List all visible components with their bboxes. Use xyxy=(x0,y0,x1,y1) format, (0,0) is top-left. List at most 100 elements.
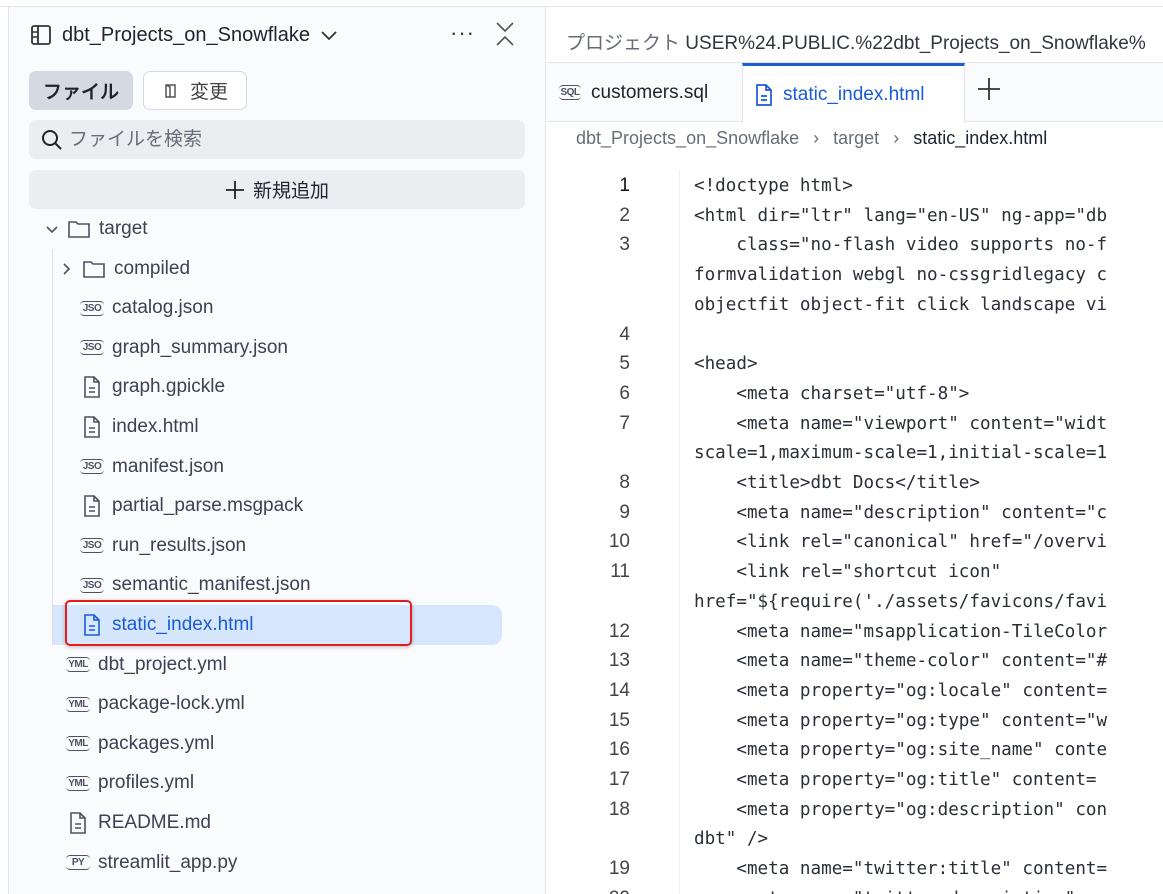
tree-item[interactable]: JSO catalog.json xyxy=(80,288,213,328)
code-text: scale=1,maximum-scale=1,initial-scale=1 xyxy=(694,443,1108,464)
line-number: 18 xyxy=(608,798,630,820)
line-number: 19 xyxy=(608,858,630,880)
code-text: <meta property="og:title" content= xyxy=(694,770,1097,790)
breadcrumb-item[interactable]: dbt_Projects_on_Snowflake xyxy=(576,128,799,149)
tree-item-label: catalog.json xyxy=(112,297,214,319)
code-line: 4 xyxy=(547,320,1163,350)
project-path: プロジェクト USER%24.PUBLIC.%22dbt_Projects_on… xyxy=(566,28,1146,55)
project-path-value: USER%24.PUBLIC.%22dbt_Projects_on_Snowfl… xyxy=(685,33,1146,54)
file-search[interactable] xyxy=(29,120,525,159)
code-text: objectfit object-fit click landscape vi xyxy=(694,294,1108,315)
code-text: <html dir="ltr" lang="en-US" ng-app="db xyxy=(694,205,1108,226)
tree-item-label: run_results.json xyxy=(112,534,247,556)
tree-item-label: dbt_project.yml xyxy=(98,653,227,675)
chevron-down-icon[interactable] xyxy=(45,222,59,236)
code-text: <link rel="shortcut icon" xyxy=(694,562,1002,583)
code-line: 18 <meta property="og:description" con xyxy=(547,795,1163,825)
tab-label: customers.sql xyxy=(591,81,709,103)
tree-item[interactable]: JSO graph_summary.json xyxy=(80,328,288,368)
code-line: 12 <meta name="msapplication-TileColor xyxy=(547,617,1163,647)
tree-item-label: index.html xyxy=(112,416,199,437)
code-text: <meta property="og:description" con xyxy=(694,799,1108,820)
code-text: <!doctype html> xyxy=(694,176,853,196)
tree-item[interactable]: YML package-lock.yml xyxy=(66,684,245,724)
tab-customers-sql[interactable]: SQL customers.sql xyxy=(547,63,742,122)
yml-file-icon: YML xyxy=(66,657,90,673)
code-line: href="${require('./assets/favicons/favi xyxy=(547,587,1163,617)
code-text: dbt" /> xyxy=(694,829,769,850)
tree-item[interactable]: JSO manifest.json xyxy=(80,447,224,487)
tree-item[interactable]: index.html xyxy=(80,407,199,447)
tree-item-label: profiles.yml xyxy=(98,772,195,794)
code-line: 5 <head> xyxy=(547,349,1163,379)
code-line: 15 <meta property="og:type" content="w xyxy=(547,706,1163,736)
editor-tabs: SQL customers.sql static_index.html xyxy=(547,62,1163,123)
py-file-icon: PY xyxy=(66,855,90,871)
file-icon xyxy=(80,375,104,399)
tree-item[interactable]: PY streamlit_app.py xyxy=(66,843,237,883)
line-number: 10 xyxy=(608,531,630,553)
code-text: <title>dbt Docs</title> xyxy=(694,473,980,493)
chevron-right-icon[interactable] xyxy=(60,262,74,276)
tree-item-label: packages.yml xyxy=(98,732,215,754)
code-text: href="${require('./assets/favicons/favi xyxy=(694,591,1108,612)
jso-file-icon: JSO xyxy=(80,340,104,356)
line-number: 7 xyxy=(619,412,630,434)
tree-item[interactable]: compiled xyxy=(60,249,190,289)
collapse-icon[interactable] xyxy=(494,20,516,48)
search-input[interactable] xyxy=(69,128,509,151)
tree-item-label: compiled xyxy=(114,257,191,279)
line-number: 15 xyxy=(608,709,630,731)
tree-item[interactable]: partial_parse.msgpack xyxy=(80,486,303,526)
line-number: 17 xyxy=(608,769,630,790)
file-icon xyxy=(80,613,104,637)
tree-item[interactable]: JSO semantic_manifest.json xyxy=(80,565,311,605)
tree-item[interactable]: JSO run_results.json xyxy=(80,526,246,566)
tab-files[interactable]: ファイル xyxy=(29,71,134,110)
tree-guide-line xyxy=(52,249,53,645)
line-number: 11 xyxy=(610,561,630,583)
project-selector[interactable]: dbt_Projects_on_Snowflake xyxy=(30,20,338,50)
plus-icon xyxy=(225,180,245,200)
line-number: 3 xyxy=(619,234,630,256)
breadcrumb-item[interactable]: target xyxy=(833,128,879,149)
line-number: 4 xyxy=(619,323,630,345)
tab-static-index-html[interactable]: static_index.html xyxy=(742,63,965,123)
code-text: <meta name="theme-color" content="# xyxy=(694,651,1108,672)
code-text: <link rel="canonical" href="/overvi xyxy=(694,532,1108,553)
new-tab-button[interactable] xyxy=(977,75,1001,109)
tree-item[interactable]: graph.gpickle xyxy=(80,367,225,407)
file-icon xyxy=(80,415,104,439)
tree-item[interactable]: target xyxy=(45,209,148,249)
more-options-button[interactable]: ··· xyxy=(450,20,475,46)
tree-item-label: target xyxy=(99,218,148,239)
code-editor[interactable]: 1 <!doctype html> 2 <html dir="ltr" lang="e… xyxy=(547,170,1163,894)
tab-label: static_index.html xyxy=(783,83,925,105)
code-text: <meta property="og:site_name" conte xyxy=(694,740,1108,761)
line-number: 8 xyxy=(619,472,630,493)
tree-item[interactable]: YML profiles.yml xyxy=(66,763,194,803)
tree-item-label: package-lock.yml xyxy=(98,693,245,715)
tree-item[interactable]: YML dbt_project.yml xyxy=(66,645,227,685)
tab-changes[interactable]: 変更 xyxy=(143,71,248,110)
add-new-label: 新規追加 xyxy=(252,181,329,202)
line-number: 13 xyxy=(608,650,630,672)
code-line: objectfit object-fit click landscape vi xyxy=(547,290,1163,320)
code-text: <meta name="msapplication-TileColor xyxy=(694,621,1108,642)
chevron-right-icon: › xyxy=(813,128,820,148)
tree-item[interactable]: YML packages.yml xyxy=(66,724,214,764)
jso-file-icon: JSO xyxy=(80,538,104,554)
code-line: 11 <link rel="shortcut icon" xyxy=(547,557,1163,587)
tree-item-label: streamlit_app.py xyxy=(98,851,238,873)
tree-item[interactable]: static_index.html xyxy=(53,605,502,645)
tree-item-label: graph_summary.json xyxy=(112,336,289,358)
tree-item[interactable]: README.md xyxy=(66,803,211,843)
file-icon xyxy=(80,494,104,518)
line-number: 12 xyxy=(608,620,630,642)
code-line: formvalidation webgl no-cssgridlegacy c xyxy=(547,260,1163,290)
code-text: <meta property="og:type" content="w xyxy=(694,710,1108,731)
code-line: 10 <link rel="canonical" href="/overvi xyxy=(547,527,1163,557)
add-new-button[interactable]: 新規追加 xyxy=(29,170,525,209)
sql-file-icon: SQL xyxy=(559,85,581,100)
code-line: 8 <title>dbt Docs</title> xyxy=(547,468,1163,498)
